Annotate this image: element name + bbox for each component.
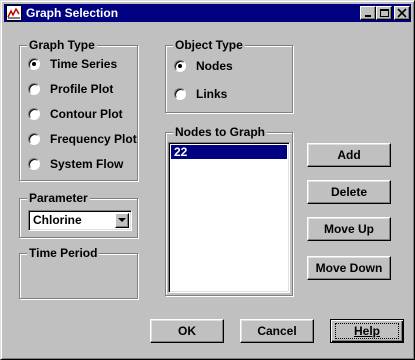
parameter-label: Parameter [27, 191, 90, 205]
add-button[interactable]: Add [307, 143, 391, 167]
parameter-select[interactable]: Chlorine [28, 210, 132, 231]
parameter-value: Chlorine [33, 213, 82, 227]
object-type-group: Object Type Nodes Links [165, 38, 293, 113]
help-button-label: Help [353, 324, 380, 338]
radio-button-icon [28, 158, 40, 170]
radio-button-icon [28, 108, 40, 120]
move-down-button[interactable]: Move Down [307, 256, 391, 280]
nodes-to-graph-group: Nodes to Graph 22 [165, 125, 293, 296]
nodes-to-graph-label: Nodes to Graph [173, 125, 268, 139]
maximize-icon [380, 9, 389, 17]
window-title: Graph Selection [26, 6, 119, 20]
time-period-group: Time Period [19, 246, 138, 299]
cancel-button[interactable]: Cancel [240, 319, 314, 343]
close-icon [397, 8, 407, 18]
radio-button-icon [174, 88, 186, 100]
object-type-label: Object Type [173, 38, 245, 52]
minimize-icon [365, 15, 371, 17]
move-up-button[interactable]: Move Up [307, 217, 391, 241]
graph-type-label: Graph Type [27, 38, 97, 52]
nodes-listbox[interactable]: 22 [168, 142, 290, 293]
delete-button[interactable]: Delete [307, 180, 391, 204]
list-item[interactable]: 22 [171, 145, 287, 159]
graph-app-icon[interactable] [6, 5, 22, 21]
close-button[interactable] [394, 6, 410, 20]
graph-type-group: Graph Type Time Series Profile Plot Cont… [19, 38, 138, 181]
radio-button-icon [28, 58, 40, 70]
parameter-group: Parameter Chlorine [19, 191, 138, 238]
radio-button-icon [174, 60, 186, 72]
radio-button-icon [28, 83, 40, 95]
title-bar[interactable]: Graph Selection [4, 4, 411, 22]
ok-button[interactable]: OK [150, 319, 224, 343]
minimize-button[interactable] [360, 6, 376, 20]
chevron-down-icon [118, 218, 126, 222]
help-button[interactable]: Help [330, 319, 404, 343]
radio-button-icon [28, 133, 40, 145]
time-period-label: Time Period [27, 246, 100, 260]
graph-selection-dialog: Graph Selection Graph Type Time Series P… [0, 0, 415, 360]
maximize-button[interactable] [376, 6, 392, 20]
dropdown-button[interactable] [115, 213, 129, 228]
